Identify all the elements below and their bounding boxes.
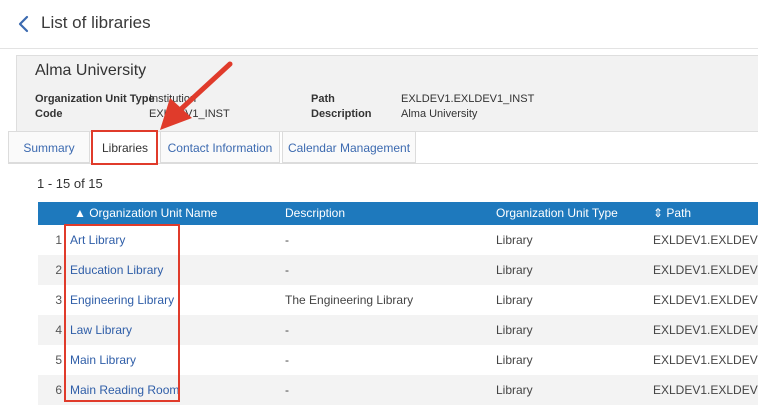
institution-summary-card: Alma University Organization Unit Type I…: [16, 55, 758, 132]
library-name-link[interactable]: Engineering Library: [70, 285, 270, 315]
table-row: 1 Art Library - Library EXLDEV1.EXLDEV1_…: [38, 225, 758, 255]
library-description: -: [285, 323, 289, 337]
column-header-name[interactable]: ▲ Organization Unit Name: [74, 202, 217, 225]
description-label: Description: [311, 108, 372, 120]
library-type: Library: [496, 293, 533, 307]
table-row: 2 Education Library - Library EXLDEV1.EX…: [38, 255, 758, 285]
column-header-description[interactable]: Description: [285, 202, 345, 225]
table-row: 6 Main Reading Room - Library EXLDEV1.EX…: [38, 375, 758, 405]
row-number: 5: [55, 353, 62, 367]
table-row: 4 Law Library - Library EXLDEV1.EXLDEV1_…: [38, 315, 758, 345]
library-type: Library: [496, 323, 533, 337]
library-type: Library: [496, 353, 533, 367]
library-type: Library: [496, 233, 533, 247]
row-number: 1: [55, 233, 62, 247]
library-path: EXLDEV1.EXLDEV1_IN: [653, 323, 758, 337]
library-path: EXLDEV1.EXLDEV1_IN: [653, 233, 758, 247]
org-type-label: Organization Unit Type: [35, 93, 155, 105]
tab-calendar-management[interactable]: Calendar Management: [282, 131, 416, 163]
library-name-link[interactable]: Art Library: [70, 225, 270, 255]
description-value: Alma University: [401, 108, 478, 120]
code-value: EXLDEV1_INST: [149, 108, 230, 120]
library-name-link[interactable]: Education Library: [70, 255, 270, 285]
library-path: EXLDEV1.EXLDEV1_IN: [653, 263, 758, 277]
library-type: Library: [496, 263, 533, 277]
library-path: EXLDEV1.EXLDEV1_IN: [653, 383, 758, 397]
library-name-link[interactable]: Main Library: [70, 345, 270, 375]
org-type-value: Institution: [149, 93, 197, 105]
row-number: 2: [55, 263, 62, 277]
library-description: -: [285, 263, 289, 277]
chevron-left-icon[interactable]: [14, 13, 34, 35]
column-header-type[interactable]: Organization Unit Type: [496, 202, 618, 225]
library-type: Library: [496, 383, 533, 397]
library-description: -: [285, 383, 289, 397]
library-name-link[interactable]: Main Reading Room: [70, 375, 270, 405]
row-number: 6: [55, 383, 62, 397]
path-value: EXLDEV1.EXLDEV1_INST: [401, 93, 535, 105]
title-bar: List of libraries: [0, 0, 758, 49]
path-label: Path: [311, 93, 335, 105]
library-description: -: [285, 353, 289, 367]
tab-contact-information[interactable]: Contact Information: [160, 131, 280, 163]
library-path: EXLDEV1.EXLDEV1_IN: [653, 293, 758, 307]
table-row: 3 Engineering Library The Engineering Li…: [38, 285, 758, 315]
tab-libraries[interactable]: Libraries: [92, 131, 158, 164]
page-title: List of libraries: [41, 13, 151, 32]
library-name-link[interactable]: Law Library: [70, 315, 270, 345]
table-row: 5 Main Library - Library EXLDEV1.EXLDEV1…: [38, 345, 758, 375]
library-description: The Engineering Library: [285, 293, 414, 307]
library-description: -: [285, 233, 289, 247]
institution-name: Alma University: [35, 62, 147, 79]
tab-summary[interactable]: Summary: [8, 131, 90, 163]
row-number: 4: [55, 323, 62, 337]
table-header: ▲ Organization Unit Name Description Org…: [38, 202, 758, 225]
code-label: Code: [35, 108, 63, 120]
row-number: 3: [55, 293, 62, 307]
library-path: EXLDEV1.EXLDEV1_IN: [653, 353, 758, 367]
column-header-path[interactable]: ⇕ Path: [653, 202, 691, 225]
results-count: 1 - 15 of 15: [37, 176, 103, 191]
